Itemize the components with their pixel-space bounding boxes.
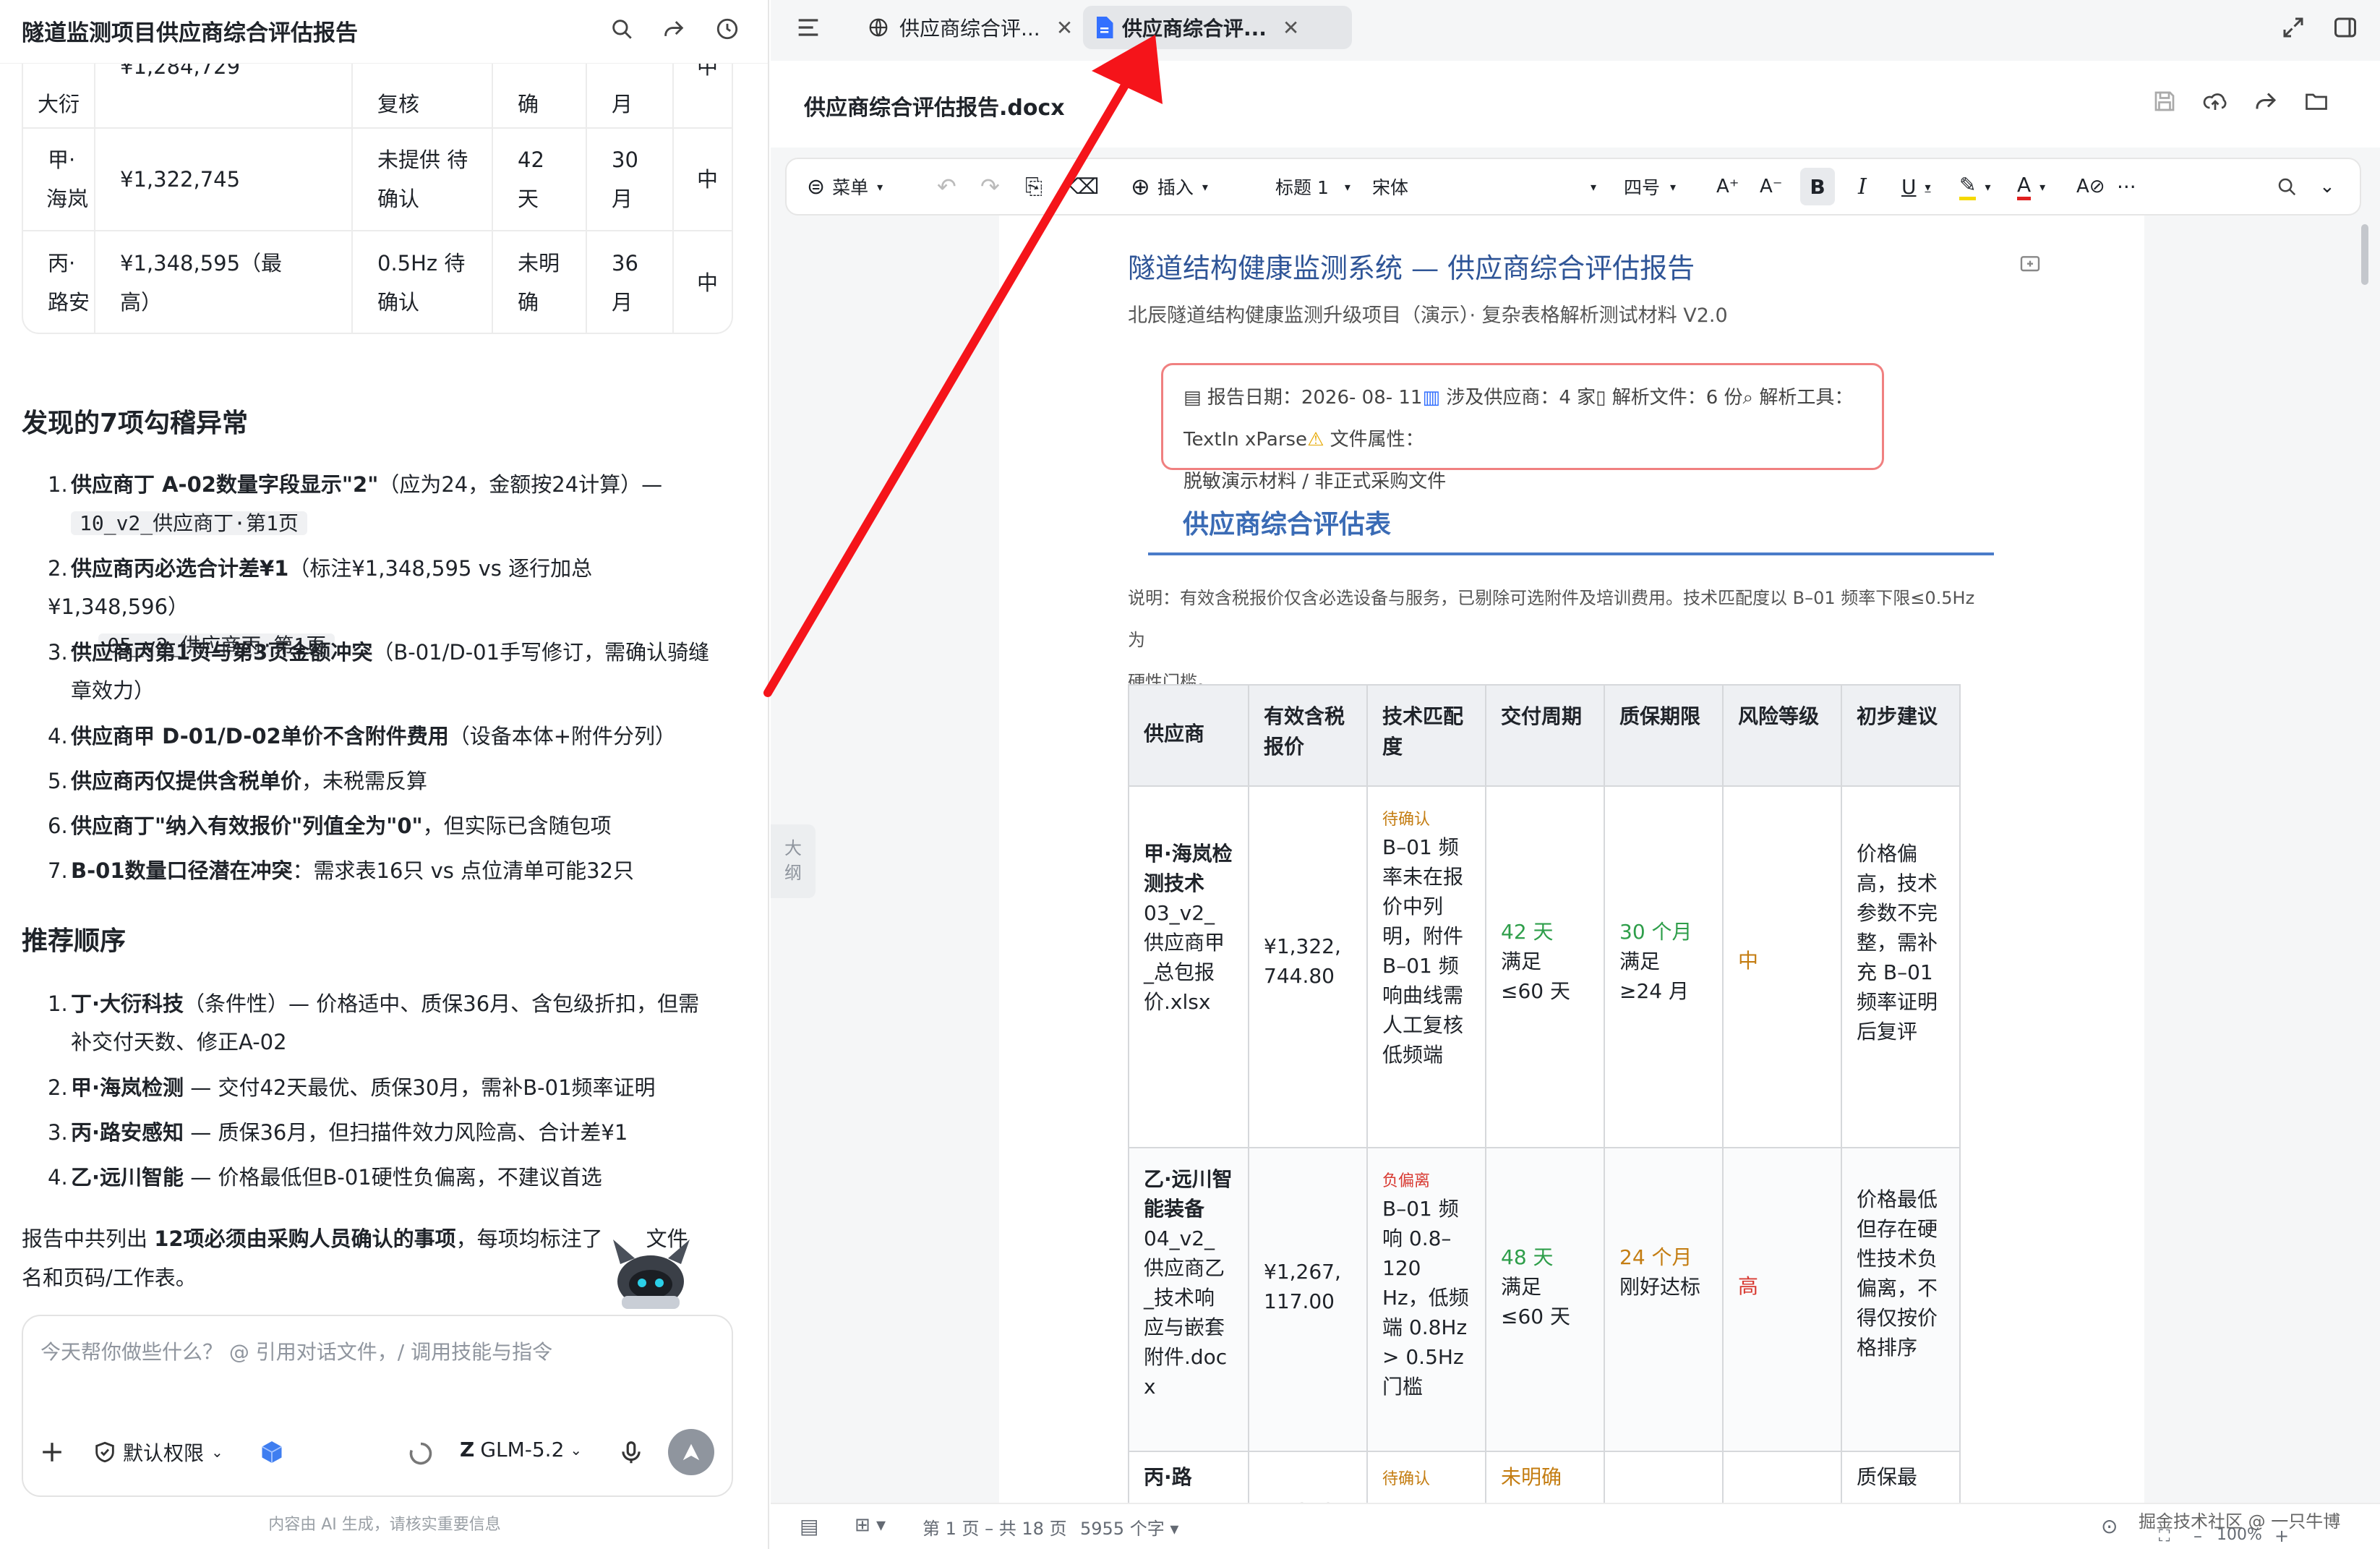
annotation-arrow — [763, 35, 1163, 697]
app-window: { "left": { "title": "隧道监测项目供应商综合评估报告", … — [0, 0, 2380, 1549]
chat-title: 隧道监测项目供应商综合评估报告 — [22, 20, 358, 46]
arrow-shaft — [763, 81, 1129, 697]
chat-header: 隧道监测项目供应商综合评估报告 — [0, 0, 768, 64]
search-icon[interactable] — [606, 13, 638, 45]
share-icon[interactable] — [658, 13, 690, 45]
history-icon[interactable] — [711, 13, 743, 45]
arrow-head — [1092, 35, 1163, 104]
